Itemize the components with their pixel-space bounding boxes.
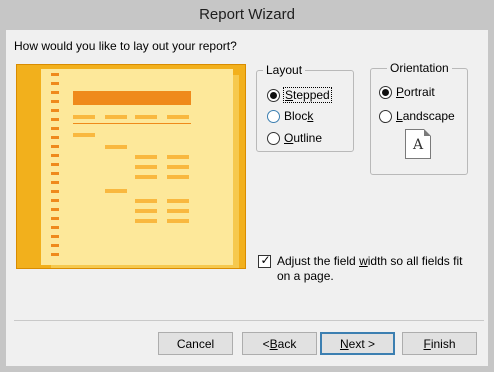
- outline-radio-button[interactable]: [267, 131, 280, 145]
- layout-group-label: Layout: [263, 63, 306, 77]
- adjust-field-width-checkbox[interactable]: ✓: [258, 253, 271, 268]
- orientation-group-label: Orientation: [387, 61, 452, 75]
- orientation-portrait-option[interactable]: Portrait: [379, 84, 435, 100]
- wizard-prompt: How would you like to lay out your repor…: [14, 39, 237, 53]
- layout-stepped-option[interactable]: Stepped: [267, 87, 332, 103]
- layout-outline-option[interactable]: Outline: [267, 130, 322, 146]
- stepped-layout-preview-graphic: [17, 65, 245, 268]
- block-radio-button[interactable]: [267, 109, 280, 123]
- layout-preview-image: [16, 64, 246, 269]
- wizard-body: How would you like to lay out your repor…: [6, 30, 488, 366]
- title-bar: Report Wizard: [0, 0, 494, 30]
- block-label: Block: [284, 109, 314, 123]
- footer-separator: [14, 320, 484, 321]
- adjust-field-width-label: Adjust the field width so all fields fit…: [277, 254, 463, 283]
- checkmark-icon: ✓: [260, 253, 271, 267]
- stepped-radio-button[interactable]: [267, 88, 280, 102]
- orientation-icon-letter: A: [412, 137, 424, 153]
- outline-label: Outline: [284, 131, 323, 145]
- next-button[interactable]: Next >: [320, 332, 395, 355]
- portrait-label: Portrait: [396, 85, 435, 99]
- portrait-radio-button[interactable]: [379, 85, 392, 99]
- layout-block-option[interactable]: Block: [267, 108, 313, 124]
- page-fold-icon: [424, 129, 431, 136]
- back-button[interactable]: < Back: [242, 332, 317, 355]
- report-wizard-window: Report Wizard How would you like to lay …: [0, 0, 494, 372]
- orientation-landscape-option[interactable]: Landscape: [379, 108, 455, 124]
- window-title: Report Wizard: [199, 6, 295, 23]
- orientation-group: Orientation Portrait Landscape A: [370, 61, 468, 175]
- layout-group: Layout Stepped Block Outline: [256, 63, 354, 152]
- landscape-label: Landscape: [396, 109, 455, 123]
- finish-button[interactable]: Finish: [402, 332, 477, 355]
- adjust-field-width-option[interactable]: ✓ Adjust the field width so all fields f…: [258, 253, 470, 284]
- landscape-radio-button[interactable]: [379, 109, 392, 123]
- stepped-label: Stepped: [283, 87, 332, 103]
- cancel-button[interactable]: Cancel: [158, 332, 233, 355]
- page-orientation-icon: A: [405, 129, 431, 159]
